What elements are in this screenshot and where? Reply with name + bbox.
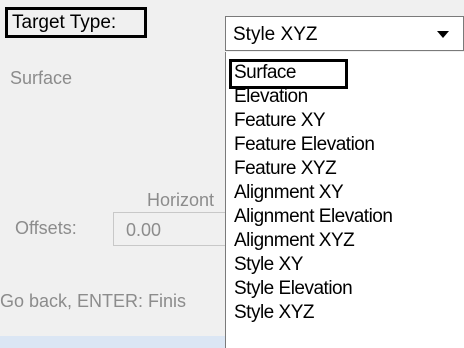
target-type-label: Target Type:: [5, 7, 147, 38]
option-feature-elevation[interactable]: Feature Elevation: [234, 134, 375, 155]
target-type-selected-value: Style XYZ: [233, 24, 318, 45]
target-type-label-text: Target Type:: [12, 12, 117, 33]
horizontal-label: Horizont: [147, 190, 215, 210]
option-alignment-elevation[interactable]: Alignment Elevation: [234, 206, 393, 227]
option-alignment-xy[interactable]: Alignment XY: [234, 182, 344, 203]
option-surface-highlight-box: [229, 59, 348, 89]
option-feature-xy[interactable]: Feature XY: [234, 110, 326, 131]
surface-label: Surface: [10, 68, 73, 88]
option-style-xyz[interactable]: Style XYZ: [234, 302, 314, 323]
option-feature-xyz[interactable]: Feature XYZ: [234, 158, 337, 179]
offsets-label: Offsets:: [15, 218, 77, 238]
option-alignment-xyz[interactable]: Alignment XYZ: [234, 230, 355, 251]
offsets-input-value: 0.00: [126, 220, 162, 240]
dropdown-arrow-icon[interactable]: [437, 31, 449, 38]
status-prompt: Go back, ENTER: Finis: [0, 291, 187, 311]
option-style-elevation[interactable]: Style Elevation: [234, 278, 353, 299]
option-style-xy[interactable]: Style XY: [234, 254, 303, 275]
target-type-select[interactable]: Style XYZ: [225, 16, 464, 51]
target-type-dropdown-list: Surface Elevation Feature XY Feature Ele…: [225, 52, 464, 348]
option-elevation[interactable]: Elevation: [234, 86, 308, 107]
offsets-input[interactable]: 0.00: [113, 212, 231, 246]
